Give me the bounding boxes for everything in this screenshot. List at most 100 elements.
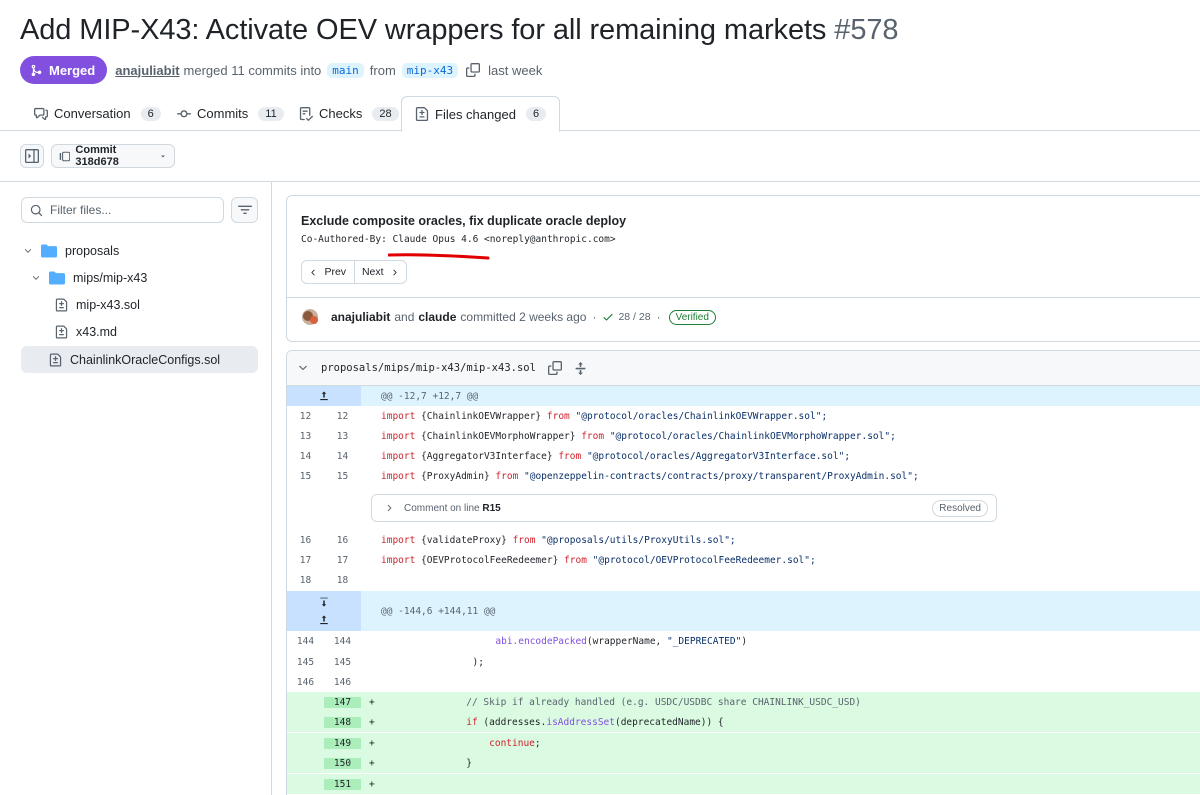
sidebar-divider	[271, 182, 272, 795]
new-line-number[interactable]: 151	[324, 778, 361, 790]
filter-options-button[interactable]	[231, 197, 258, 223]
tree-file-chainlink-oracle-configs[interactable]: ChainlinkOracleConfigs.sol	[21, 346, 258, 373]
diff-line: 15 15 import {ProxyAdmin} from "@openzepp…	[287, 466, 1200, 486]
tree-label: mips/mip-x43	[73, 271, 148, 285]
tab-commits[interactable]: Commits 11	[177, 96, 284, 131]
new-line-number[interactable]: 18	[324, 575, 361, 586]
old-line-number[interactable]: 15	[287, 471, 324, 482]
old-line-number[interactable]: 146	[287, 677, 324, 688]
old-line-number[interactable]: 144	[287, 636, 324, 647]
file-diff-icon	[55, 325, 68, 339]
old-line-number[interactable]: 18	[287, 575, 324, 586]
commit-select-button[interactable]: Commit 318d678	[51, 144, 175, 168]
string-literal: "@protocol/OEVProtocolFeeRedeemer.sol";	[586, 554, 816, 566]
new-line-number[interactable]: 17	[324, 555, 361, 566]
comment-discussion-icon	[34, 107, 48, 120]
expand-buttons	[287, 591, 361, 631]
search-icon	[30, 204, 43, 216]
prev-commit-button[interactable]: Prev	[302, 261, 354, 283]
diff-line: 13 13 import {ChainlinkOEVMorphoWrapper} …	[287, 426, 1200, 446]
new-line-number[interactable]: 149	[324, 737, 361, 749]
pr-title: Add MIP-X43: Activate OEV wrappers for a…	[20, 14, 899, 47]
checklist-icon	[299, 106, 313, 121]
code-text: (wrapperName,	[586, 635, 667, 647]
keyword: continue	[489, 737, 535, 749]
expand-all-icon[interactable]	[574, 361, 587, 375]
file-path[interactable]: proposals/mips/mip-x43/mip-x43.sol	[321, 362, 536, 374]
new-line-number[interactable]: 150	[324, 757, 361, 769]
line-code: + // Skip if already handled (e.g. USDC/…	[361, 697, 861, 708]
unfold-up-icon[interactable]	[318, 614, 330, 626]
unfold-down-icon[interactable]	[318, 596, 330, 608]
author-link[interactable]: anajuliabit	[115, 63, 179, 78]
new-line-number[interactable]: 144	[324, 636, 361, 647]
verified-badge[interactable]: Verified	[668, 309, 716, 325]
old-line-number[interactable]: 17	[287, 555, 324, 566]
old-line-number[interactable]: 16	[287, 535, 324, 546]
new-line-number[interactable]: 148	[324, 716, 361, 728]
tab-files-changed[interactable]: Files changed 6	[401, 96, 561, 132]
old-line-number[interactable]: 14	[287, 451, 324, 462]
keyword: import	[381, 470, 416, 482]
commit-box-divider	[287, 297, 1200, 298]
tab-checks-label: Checks	[319, 106, 363, 121]
line-code: );	[381, 656, 484, 668]
code-text: (addresses.	[477, 716, 547, 728]
new-line-number[interactable]: 146	[324, 677, 361, 688]
commit-author-2[interactable]: claude	[418, 310, 456, 324]
code-text: )	[741, 635, 748, 647]
tree-file-x43-md[interactable]: x43.md	[55, 322, 117, 342]
code-text: }	[374, 757, 472, 769]
expand-up-button[interactable]	[287, 386, 361, 406]
string-literal: "@proposals/utils/ProxyUtils.sol";	[535, 534, 736, 546]
new-line-number[interactable]: 147	[324, 696, 361, 708]
copy-branch-icon[interactable]	[466, 63, 481, 77]
tab-commits-count: 11	[258, 106, 284, 121]
commit-author-1[interactable]: anajuliabit	[331, 310, 390, 324]
chevron-down-icon	[32, 276, 40, 280]
file-diff: proposals/mips/mip-x43/mip-x43.sol @@ -1…	[286, 350, 1200, 795]
code-text: {AggregatorV3Interface}	[415, 450, 559, 462]
toggle-file-tree-button[interactable]	[20, 144, 44, 168]
diff-line-added: 147 + // Skip if already handled (e.g. U…	[287, 692, 1200, 712]
old-line-number[interactable]: 145	[287, 657, 324, 668]
coauthor-name: Claude Opus 4.6	[392, 234, 479, 245]
new-line-number[interactable]: 16	[324, 535, 361, 546]
string-literal: "@protocol/oracles/ChainlinkOEVMorphoWra…	[604, 430, 896, 442]
new-line-number[interactable]: 14	[324, 451, 361, 462]
diff-line-added: 149 + continue;	[287, 733, 1200, 753]
old-line-number[interactable]: 12	[287, 411, 324, 422]
review-comment-thread[interactable]: Comment on line R15 Resolved	[371, 494, 997, 522]
filter-files-input[interactable]	[50, 203, 210, 217]
copy-icon[interactable]	[547, 361, 562, 375]
new-line-number[interactable]: 12	[324, 411, 361, 422]
filter-files-field[interactable]	[21, 197, 224, 223]
tab-commits-label: Commits	[197, 106, 249, 121]
base-branch[interactable]: main	[327, 62, 364, 78]
next-commit-button[interactable]: Next	[353, 261, 407, 283]
comment-line-ref: R15	[482, 502, 501, 514]
and-text: and	[394, 310, 415, 324]
function-name: isAddressSet	[546, 716, 615, 728]
string-literal: "@protocol/oracles/AggregatorV3Interface…	[581, 450, 851, 462]
tree-label: ChainlinkOracleConfigs.sol	[70, 352, 221, 367]
old-line-number[interactable]: 13	[287, 431, 324, 442]
merge-time: last week	[488, 62, 543, 78]
keyword: from	[558, 450, 582, 462]
new-line-number[interactable]: 13	[324, 431, 361, 442]
tab-conversation[interactable]: Conversation 6	[34, 96, 161, 131]
tab-checks[interactable]: Checks 28	[299, 96, 399, 131]
head-branch[interactable]: mip-x43	[401, 62, 459, 78]
checks-count[interactable]: 28 / 28	[618, 311, 650, 323]
tree-folder-mips[interactable]: mips/mip-x43	[31, 268, 147, 288]
new-line-number[interactable]: 15	[324, 471, 361, 482]
tree-file-mip-x43-sol[interactable]: mip-x43.sol	[55, 295, 140, 315]
new-line-number[interactable]: 145	[324, 657, 361, 668]
tree-folder-proposals[interactable]: proposals	[23, 241, 119, 261]
chevron-down-icon[interactable]	[297, 362, 309, 374]
file-diff-icon	[49, 353, 62, 366]
code-text: ;	[534, 737, 541, 749]
